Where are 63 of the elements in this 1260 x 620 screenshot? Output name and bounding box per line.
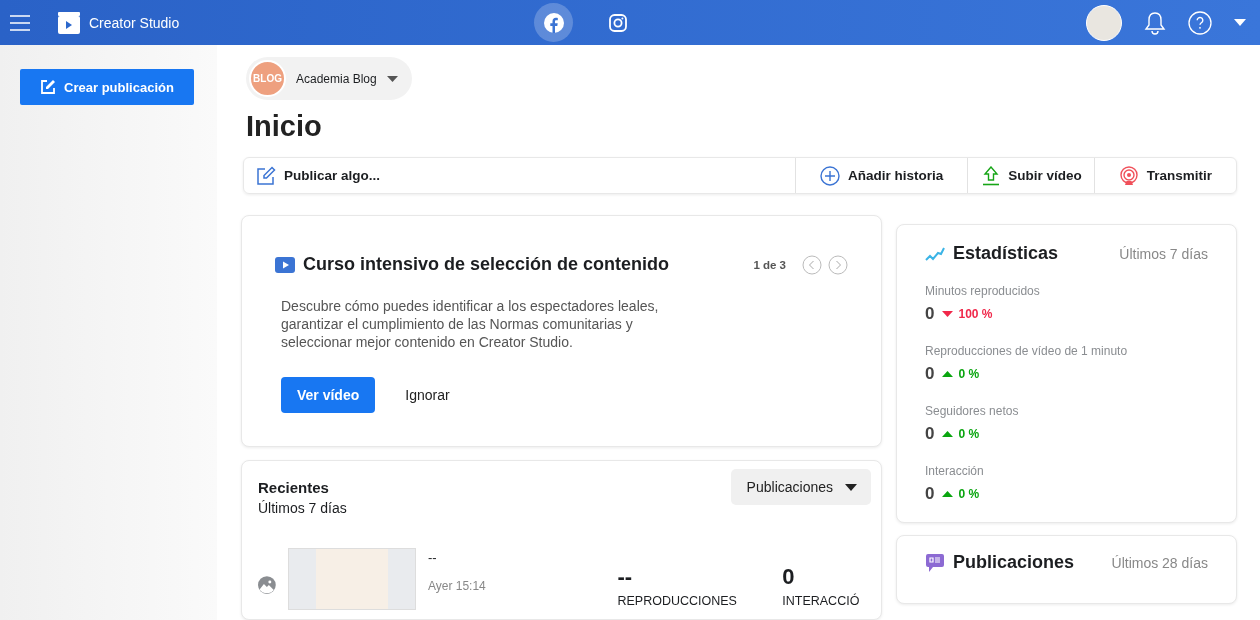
metric-label: INTERACCIÓ (782, 594, 861, 608)
promo-description: Descubre cómo puedes identificar a los espectadores leales, garantizar el cumplimiento de las Normas comunitarias y seleccionar mejor contenido en Creator Studio. (281, 297, 660, 351)
recent-period: Últimos 7 días (258, 500, 347, 516)
promo-title: Curso intensivo de selección de contenido (303, 254, 671, 275)
edit-icon (40, 79, 57, 95)
stat-change: 100 % (958, 307, 993, 321)
help-icon[interactable] (1188, 10, 1212, 35)
create-post-button[interactable]: Crear publicación (20, 69, 194, 105)
stat-value: 0 (925, 484, 935, 504)
stat-label: Reproducciones de vídeo de 1 minuto (925, 344, 1129, 358)
stat-label: Minutos reproducidos (925, 284, 1041, 298)
down-triangle-icon (942, 311, 954, 317)
edit-icon (256, 165, 276, 186)
caret-icon (845, 483, 857, 491)
posts-title: Publicaciones (953, 552, 1076, 573)
app-title: Creator Studio (89, 14, 180, 31)
up-triangle-icon (942, 371, 954, 377)
stat-change: 0 % (958, 367, 980, 381)
stat-value: 0 (925, 364, 935, 384)
live-button[interactable]: Transmitir (1093, 158, 1236, 193)
post-title: -- (427, 550, 438, 565)
ignore-button[interactable]: Ignorar (399, 386, 456, 404)
video-icon (275, 256, 295, 273)
plus-circle-icon (819, 165, 840, 186)
stat-label: Seguidores netos (925, 404, 1020, 418)
facebook-tab[interactable] (534, 3, 573, 42)
clapperboard-play-icon (58, 11, 80, 34)
up-triangle-icon (942, 431, 954, 437)
speech-bubble-icon (925, 552, 945, 573)
photo-icon (258, 576, 276, 594)
trend-line-icon (925, 245, 945, 262)
page-avatar: BLOG (249, 60, 286, 97)
stat-label: Interacción (925, 464, 985, 478)
page-heading: Inicio (246, 110, 323, 143)
menu-icon[interactable] (10, 14, 30, 31)
stats-period: Últimos 7 días (1119, 245, 1208, 262)
metric-value: 0 (782, 564, 796, 590)
profile-avatar[interactable] (1086, 4, 1122, 41)
metric-value: -- (617, 564, 634, 590)
upload-button[interactable]: Subir vídeo (967, 158, 1094, 193)
upload-arrow-icon (982, 165, 1001, 186)
stat-value: 0 (925, 424, 935, 444)
recent-title: Recientes (258, 479, 330, 496)
broadcast-icon (1118, 165, 1139, 186)
facebook-logo-icon (543, 12, 564, 33)
bell-icon[interactable] (1144, 10, 1166, 35)
posts-filter-dropdown[interactable]: Publicaciones (730, 469, 871, 505)
posts-period: Últimos 28 días (1111, 554, 1208, 571)
stat-value: 0 (925, 304, 935, 324)
up-triangle-icon (942, 491, 954, 497)
page-counter: 1 de 3 (753, 258, 786, 271)
story-button[interactable]: Añadir historia (794, 158, 968, 193)
stat-change: 0 % (958, 427, 980, 441)
page-selector[interactable]: BLOG Academia Blog (246, 57, 412, 100)
stats-title: Estadísticas (953, 243, 1060, 264)
watch-video-button[interactable]: Ver vídeo (281, 377, 376, 413)
caret-icon[interactable] (1234, 19, 1246, 26)
compose-button[interactable]: Publicar algo... (244, 158, 795, 193)
metric-label: REPRODUCCIONES (617, 594, 738, 608)
caret-icon (386, 75, 398, 82)
post-time: Ayer 15:14 (427, 579, 487, 593)
stat-change: 0 % (958, 487, 980, 501)
instagram-logo-icon (608, 13, 627, 32)
